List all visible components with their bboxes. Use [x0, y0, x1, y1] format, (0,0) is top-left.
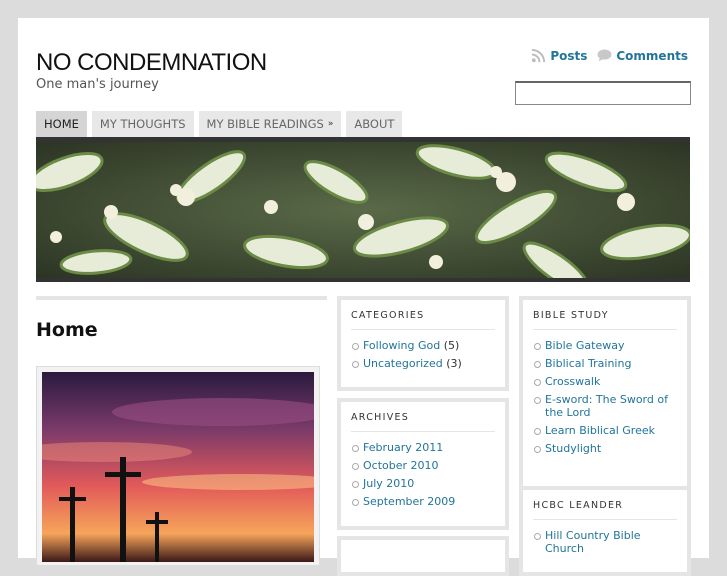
header-banner-image — [36, 142, 690, 278]
page-title: Home — [36, 319, 98, 341]
leaves-illustration — [36, 142, 690, 278]
widget-title: Archives — [351, 412, 495, 432]
nav-item-label: My Thoughts — [99, 117, 186, 131]
posts-feed-link[interactable]: Posts — [531, 48, 587, 63]
list-item: October 2010 — [351, 456, 495, 474]
list-item: February 2011 — [351, 438, 495, 456]
list-item: Studylight — [533, 439, 677, 457]
nav-item-my-bible-readings[interactable]: My Bible Readings » — [198, 111, 342, 137]
list-item: Bible Gateway — [533, 336, 677, 354]
widget-title: HCBC Leander — [533, 500, 677, 520]
bible-study-link[interactable]: Learn Biblical Greek — [545, 424, 655, 437]
content-divider — [36, 296, 327, 300]
comments-feed-link[interactable]: Comments — [597, 49, 688, 63]
nav-item-label: Home — [44, 117, 79, 131]
search-input[interactable] — [515, 81, 691, 105]
main-nav: Home My Thoughts My Bible Readings » Abo… — [36, 111, 403, 137]
archives-widget: Archives February 2011 October 2010 July… — [337, 398, 509, 530]
category-count: (3) — [446, 357, 462, 370]
nav-item-about[interactable]: About — [346, 111, 403, 137]
list-item: July 2010 — [351, 474, 495, 492]
bible-study-link[interactable]: Biblical Training — [545, 357, 631, 370]
bible-study-link[interactable]: Bible Gateway — [545, 339, 625, 352]
banner-divider — [36, 278, 690, 282]
archive-link[interactable]: July 2010 — [363, 477, 414, 490]
category-link[interactable]: Following God — [363, 339, 440, 352]
nav-item-home[interactable]: Home — [36, 111, 87, 137]
bible-study-widget: Bible Study Bible Gateway Biblical Train… — [519, 296, 691, 492]
list-item: Crosswalk — [533, 372, 677, 390]
nav-item-label: About — [354, 117, 395, 131]
category-link[interactable]: Uncategorized — [363, 357, 443, 370]
post-image-frame — [36, 366, 320, 566]
list-item: Uncategorized (3) — [351, 354, 495, 372]
page-container: NO CONDEMNATION One man's journey Posts … — [18, 18, 709, 576]
category-count: (5) — [443, 339, 460, 352]
list-item: Biblical Training — [533, 354, 677, 372]
list-item: E-sword: The Sword of the Lord — [533, 390, 677, 421]
empty-widget — [337, 536, 509, 576]
archive-link[interactable]: October 2010 — [363, 459, 439, 472]
archive-link[interactable]: February 2011 — [363, 441, 443, 454]
rss-icon — [532, 48, 546, 63]
nav-item-label: My Bible Readings — [206, 117, 324, 131]
list-item: Learn Biblical Greek — [533, 421, 677, 439]
bible-study-link[interactable]: Crosswalk — [545, 375, 600, 388]
site-title[interactable]: NO CONDEMNATION — [36, 49, 267, 77]
crosses-sunset-image — [42, 372, 314, 562]
comments-feed-label: Comments — [616, 48, 688, 63]
hcbc-link[interactable]: Hill Country Bible Church — [545, 529, 641, 555]
widget-title: Categories — [351, 310, 495, 330]
list-item: Following God (5) — [351, 336, 495, 354]
archive-link[interactable]: September 2009 — [363, 495, 455, 508]
double-chevron-down-icon: » — [327, 119, 334, 129]
list-item: Hill Country Bible Church — [533, 526, 677, 557]
speech-bubble-icon — [597, 49, 612, 62]
bible-study-link[interactable]: E-sword: The Sword of the Lord — [545, 393, 668, 419]
nav-item-my-thoughts[interactable]: My Thoughts — [91, 111, 194, 137]
site-description: One man's journey — [36, 77, 159, 92]
hcbc-widget: HCBC Leander Hill Country Bible Church — [519, 486, 691, 576]
widget-title: Bible Study — [533, 310, 677, 330]
posts-feed-label: Posts — [550, 48, 588, 63]
list-item: September 2009 — [351, 492, 495, 510]
bible-study-link[interactable]: Studylight — [545, 442, 601, 455]
categories-widget: Categories Following God (5) Uncategoriz… — [337, 296, 509, 391]
feed-links: Posts Comments — [531, 48, 688, 63]
